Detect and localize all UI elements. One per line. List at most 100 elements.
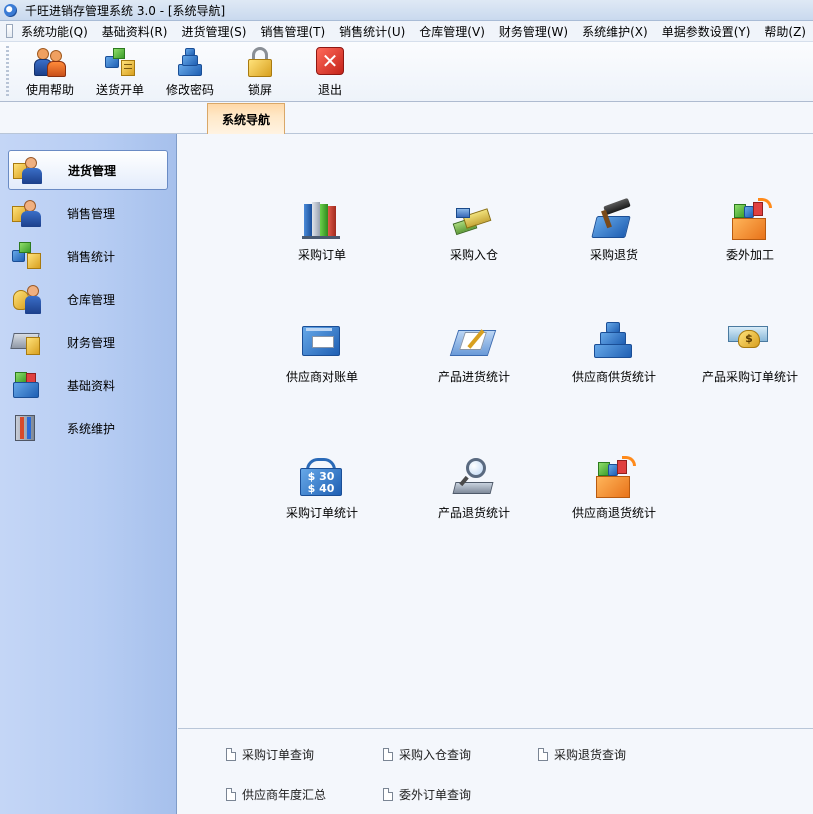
quick-link-label: 采购入仓查询 bbox=[399, 748, 472, 762]
menu-warehouse-management[interactable]: 仓库管理(V) bbox=[412, 23, 492, 40]
quick-link-outsourced-order-query[interactable]: 委外订单查询 bbox=[383, 786, 471, 803]
document-icon bbox=[226, 748, 236, 761]
sales-statistics-icon bbox=[12, 241, 44, 271]
main-navigation-panel: 采购订单 采购入仓 采购退货 委外加工 供应商对账单 产品进货统计 供应商供货统… bbox=[178, 134, 813, 728]
supplier-supply-statistics-item[interactable]: 供应商供货统计 bbox=[549, 320, 679, 385]
basic-data-boxes-icon bbox=[12, 370, 44, 400]
sidebar-item-label: 财务管理 bbox=[67, 335, 116, 350]
document-icon bbox=[383, 748, 393, 761]
product-purchase-statistics-item[interactable]: 产品进货统计 bbox=[409, 320, 539, 385]
supplier-return-statistics-item[interactable]: 供应商退货统计 bbox=[549, 456, 679, 521]
sidebar-item-sales-management[interactable]: 销售管理 bbox=[8, 193, 168, 233]
books-icon bbox=[298, 198, 346, 244]
cash-stack-icon bbox=[450, 198, 498, 244]
navigation-sidebar: 进货管理 销售管理 销售统计 仓库管理 财务管理 基础资料 系统维护 bbox=[0, 134, 177, 814]
menu-purchase-management[interactable]: 进货管理(S) bbox=[174, 23, 253, 40]
price-basket-icon: $ 30 $ 40 bbox=[298, 456, 346, 502]
tab-system-navigation[interactable]: 系统导航 bbox=[207, 103, 285, 134]
exit-button[interactable]: ✕ 退出 bbox=[295, 42, 365, 100]
sidebar-item-system-maintenance[interactable]: 系统维护 bbox=[8, 408, 168, 448]
quick-link-supplier-annual-summary[interactable]: 供应商年度汇总 bbox=[226, 786, 326, 803]
change-password-button[interactable]: 修改密码 bbox=[155, 42, 225, 100]
password-stack-icon bbox=[173, 46, 207, 78]
quick-link-label: 采购订单查询 bbox=[242, 748, 315, 762]
menu-sales-statistics[interactable]: 销售统计(U) bbox=[332, 23, 412, 40]
magnifier-keyboard-icon bbox=[450, 456, 498, 502]
maintenance-tools-icon bbox=[12, 413, 44, 443]
sidebar-item-sales-statistics[interactable]: 销售统计 bbox=[8, 236, 168, 276]
sidebar-item-label: 基础资料 bbox=[67, 378, 116, 393]
outsourced-boxes-icon bbox=[726, 198, 774, 244]
menu-system-functions[interactable]: 系统功能(Q) bbox=[19, 23, 95, 40]
quick-query-panel: 采购订单查询 采购入仓查询 采购退货查询 供应商年度汇总 委外订单查询 bbox=[178, 728, 813, 814]
sidebar-item-finance-management[interactable]: 财务管理 bbox=[8, 322, 168, 362]
delivery-boxes-icon bbox=[103, 46, 137, 78]
help-button[interactable]: 使用帮助 bbox=[15, 42, 85, 100]
purchase-manager-icon bbox=[13, 155, 45, 185]
sidebar-item-label: 进货管理 bbox=[68, 163, 117, 178]
main-item-label: 采购订单 bbox=[297, 248, 346, 262]
menu-bar: 系统功能(Q) 基础资料(R) 进货管理(S) 销售管理(T) 销售统计(U) … bbox=[0, 21, 813, 42]
money-bag-icon bbox=[12, 284, 44, 314]
toolbar-grip[interactable] bbox=[6, 46, 9, 98]
menu-finance-management[interactable]: 财务管理(W) bbox=[492, 23, 575, 40]
quick-link-purchase-receipt-query[interactable]: 采购入仓查询 bbox=[383, 746, 471, 763]
menu-document-parameters[interactable]: 单据参数设置(Y) bbox=[655, 23, 758, 40]
quick-link-label: 采购退货查询 bbox=[554, 748, 627, 762]
main-item-label: 采购入仓 bbox=[449, 248, 498, 262]
menu-system-maintenance[interactable]: 系统维护(X) bbox=[575, 23, 655, 40]
menu-basic-data[interactable]: 基础资料(R) bbox=[95, 23, 175, 40]
quick-link-label: 委外订单查询 bbox=[399, 788, 472, 802]
delivery-order-button[interactable]: 送货开单 bbox=[85, 42, 155, 100]
lock-screen-button[interactable]: 锁屏 bbox=[225, 42, 295, 100]
supplier-statement-item[interactable]: 供应商对账单 bbox=[257, 320, 387, 385]
main-item-label: 委外加工 bbox=[725, 248, 774, 262]
product-purchase-order-statistics-item[interactable]: $ 产品采购订单统计 bbox=[685, 320, 813, 385]
main-item-label: 供应商供货统计 bbox=[571, 370, 656, 384]
padlock-icon bbox=[243, 46, 277, 78]
menu-sales-management[interactable]: 销售管理(T) bbox=[253, 23, 332, 40]
delivery-order-label: 送货开单 bbox=[95, 83, 144, 97]
cash-register-icon bbox=[10, 327, 44, 357]
stacked-blocks-icon bbox=[590, 320, 638, 366]
product-return-statistics-item[interactable]: 产品退货统计 bbox=[409, 456, 539, 521]
document-icon bbox=[226, 788, 236, 801]
outsourced-processing-item[interactable]: 委外加工 bbox=[685, 198, 813, 263]
purchase-order-statistics-item[interactable]: $ 30 $ 40 采购订单统计 bbox=[257, 456, 387, 521]
main-item-label: 供应商对账单 bbox=[285, 370, 358, 384]
change-password-label: 修改密码 bbox=[165, 83, 214, 97]
quick-link-purchase-return-query[interactable]: 采购退货查询 bbox=[538, 746, 626, 763]
sidebar-item-purchase-management[interactable]: 进货管理 bbox=[8, 150, 168, 190]
purchase-return-item[interactable]: 采购退货 bbox=[549, 197, 679, 263]
sidebar-item-label: 销售统计 bbox=[67, 249, 116, 264]
users-help-icon bbox=[33, 46, 67, 78]
app-logo-icon bbox=[4, 3, 17, 17]
main-item-label: 产品采购订单统计 bbox=[701, 370, 798, 384]
menu-help[interactable]: 帮助(Z) bbox=[757, 23, 813, 40]
quick-link-label: 供应商年度汇总 bbox=[242, 788, 327, 802]
sidebar-item-warehouse-management[interactable]: 仓库管理 bbox=[8, 279, 168, 319]
document-icon bbox=[383, 788, 393, 801]
money-bag-cash-icon: $ bbox=[726, 320, 774, 366]
main-item-label: 供应商退货统计 bbox=[571, 506, 656, 520]
main-item-label: 采购退货 bbox=[589, 248, 638, 262]
quick-link-purchase-order-query[interactable]: 采购订单查询 bbox=[226, 746, 314, 763]
title-bar: 千旺进销存管理系统 3.0 - [系统导航] bbox=[0, 0, 813, 21]
document-icon bbox=[538, 748, 548, 761]
return-boxes-icon bbox=[590, 456, 638, 502]
sidebar-item-label: 销售管理 bbox=[67, 206, 116, 221]
sidebar-item-basic-data[interactable]: 基础资料 bbox=[8, 365, 168, 405]
sales-manager-icon bbox=[12, 198, 44, 228]
purchase-order-item[interactable]: 采购订单 bbox=[257, 198, 387, 263]
exit-label: 退出 bbox=[317, 83, 342, 97]
tab-strip: 系统导航 bbox=[0, 102, 813, 134]
card-box-icon bbox=[298, 320, 346, 366]
gavel-icon bbox=[590, 197, 638, 244]
help-button-label: 使用帮助 bbox=[25, 83, 74, 97]
purchase-receipt-item[interactable]: 采购入仓 bbox=[409, 198, 539, 263]
sidebar-item-label: 仓库管理 bbox=[67, 292, 116, 307]
sidebar-item-label: 系统维护 bbox=[67, 421, 116, 436]
close-icon: ✕ bbox=[313, 46, 347, 78]
window-title: 千旺进销存管理系统 3.0 - [系统导航] bbox=[25, 3, 226, 18]
document-menu-icon[interactable] bbox=[6, 24, 13, 38]
